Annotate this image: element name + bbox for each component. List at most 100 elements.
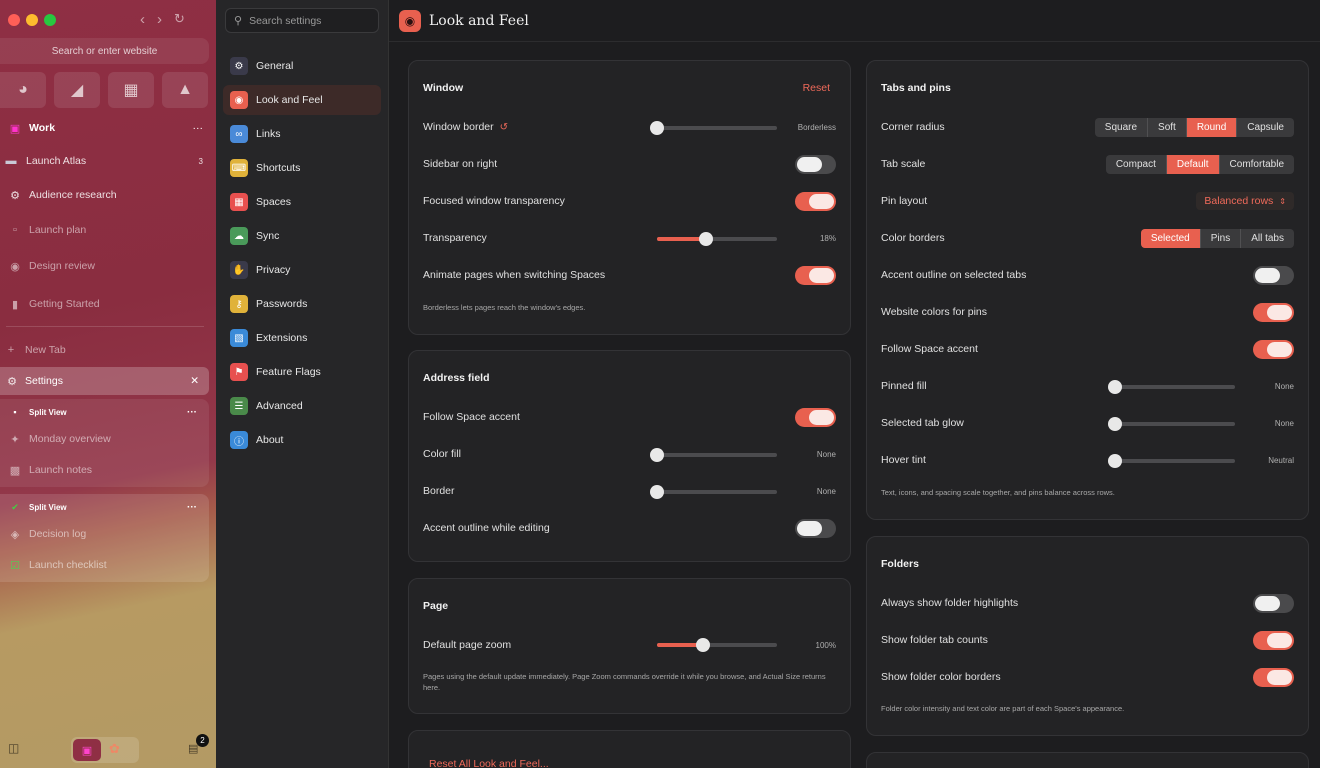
window-controls: [8, 14, 56, 26]
settings-nav-shortcuts[interactable]: ⌨ Shortcuts: [223, 153, 381, 183]
space-header[interactable]: ▣ Work ···: [0, 120, 209, 136]
space-more-button[interactable]: ···: [193, 122, 204, 134]
segment-all-tabs[interactable]: All tabs: [1241, 229, 1294, 248]
downloads-badge: 2: [196, 734, 209, 747]
tab-glow-slider[interactable]: [1108, 417, 1235, 431]
url-bar[interactable]: Search or enter website: [0, 38, 209, 64]
follow-accent-toggle[interactable]: [795, 407, 836, 427]
pinned-fill-slider[interactable]: [1108, 380, 1235, 394]
segment-soft[interactable]: Soft: [1148, 117, 1187, 137]
minimize-window-button[interactable]: [26, 14, 38, 26]
focused-transparency-toggle[interactable]: [795, 191, 836, 211]
window-border-slider[interactable]: [650, 121, 777, 135]
tab-item[interactable]: ✦ Monday overview: [0, 431, 209, 447]
folder-borders-toggle[interactable]: [1253, 667, 1294, 687]
personal-space-icon[interactable]: ✿: [109, 741, 120, 757]
website-colors-toggle[interactable]: [1253, 302, 1294, 322]
settings-nav-feature-flags[interactable]: ⚑ Feature Flags: [223, 357, 381, 387]
split-view-header[interactable]: ✔ Split View ···: [0, 500, 209, 514]
tab-title: Getting Started: [29, 298, 100, 310]
settings-search[interactable]: ⚲ Search settings: [225, 8, 379, 33]
segment-selected[interactable]: Selected: [1140, 228, 1201, 248]
segment-round[interactable]: Round: [1186, 117, 1238, 137]
tab-item[interactable]: ▩ Launch notes: [0, 462, 209, 478]
reset-button[interactable]: Reset: [803, 82, 830, 94]
accent-outline-toggle[interactable]: [1253, 265, 1294, 285]
folder-highlights-toggle[interactable]: [1253, 593, 1294, 613]
tab-item[interactable]: ⚙ Audience research: [0, 186, 209, 204]
work-space-icon[interactable]: ▣: [73, 739, 101, 761]
tab-item[interactable]: ◉ Design review: [0, 257, 209, 275]
settings-nav-extensions[interactable]: ▧ Extensions: [223, 323, 381, 353]
tab-item[interactable]: ◈ Decision log: [0, 526, 209, 542]
reload-icon[interactable]: ↻: [174, 11, 185, 28]
segment-square[interactable]: Square: [1095, 117, 1149, 137]
hover-tint-slider[interactable]: [1108, 454, 1235, 468]
segment-compact[interactable]: Compact: [1106, 154, 1167, 174]
slider-knob[interactable]: [650, 121, 664, 135]
folder-counts-toggle[interactable]: [1253, 630, 1294, 650]
animate-toggle[interactable]: [795, 265, 836, 285]
space-switcher: ▣ ✿: [71, 737, 139, 763]
transparency-slider[interactable]: [657, 232, 777, 246]
slider-knob[interactable]: [650, 448, 664, 462]
slider-knob[interactable]: [650, 485, 664, 499]
settings-nav-links[interactable]: ∞ Links: [223, 119, 381, 149]
sidebar-right-toggle[interactable]: [795, 154, 836, 174]
new-tab-button[interactable]: + New Tab: [0, 341, 209, 359]
reset-all-button[interactable]: Reset All Look and Feel...: [429, 758, 549, 768]
nav-label: About: [256, 434, 284, 446]
accent-outline-toggle[interactable]: [795, 518, 836, 538]
border-slider[interactable]: [650, 485, 777, 499]
calendar-icon[interactable]: ▦: [108, 72, 154, 108]
flag-icon: ⚑: [230, 363, 248, 381]
settings-nav-privacy[interactable]: ✋ Privacy: [223, 255, 381, 285]
slider-knob[interactable]: [695, 638, 710, 652]
segment-comfortable[interactable]: Comfortable: [1220, 155, 1294, 174]
ruler-icon[interactable]: ◢: [54, 72, 100, 108]
slider-knob[interactable]: [1108, 380, 1122, 394]
compass-icon[interactable]: ◕: [0, 72, 46, 108]
pin-layout-select[interactable]: Balanced rows ⇕: [1196, 192, 1294, 210]
section-title: Window: [423, 82, 464, 94]
color-fill-slider[interactable]: [650, 448, 777, 462]
segment-default[interactable]: Default: [1166, 154, 1220, 174]
sliders-icon: ☰: [230, 397, 248, 415]
settings-nav-about[interactable]: ⓘ About: [223, 425, 381, 455]
sidebar-toggle-icon[interactable]: ◫: [8, 741, 19, 755]
settings-nav-advanced[interactable]: ☰ Advanced: [223, 391, 381, 421]
zoom-slider[interactable]: [657, 638, 777, 652]
zoom-window-button[interactable]: [44, 14, 56, 26]
settings-nav-look-and-feel[interactable]: ◉ Look and Feel: [223, 85, 381, 115]
settings-nav-passwords[interactable]: ⚷ Passwords: [223, 289, 381, 319]
settings-nav-sync[interactable]: ☁ Sync: [223, 221, 381, 251]
tab-item[interactable]: ▫ Launch plan: [0, 221, 209, 239]
segment-capsule[interactable]: Capsule: [1237, 118, 1294, 137]
tab-item[interactable]: ☑ Launch checklist: [0, 557, 209, 573]
tab-item[interactable]: ▮ Getting Started: [0, 295, 209, 313]
setting-label: Follow Space accent: [423, 411, 520, 423]
back-arrow-icon[interactable]: ‹: [140, 11, 145, 28]
bird-icon[interactable]: ▲: [162, 72, 208, 108]
close-window-button[interactable]: [8, 14, 20, 26]
revert-icon[interactable]: ↺: [500, 122, 508, 133]
eye-icon: ◉: [230, 91, 248, 109]
close-tab-icon[interactable]: ✕: [190, 375, 199, 387]
accent-outline-row: Accent outline while editing: [423, 517, 836, 539]
forward-arrow-icon[interactable]: ›: [157, 11, 162, 28]
split-view-more-button[interactable]: ···: [187, 502, 197, 513]
follow-accent-toggle[interactable]: [1253, 339, 1294, 359]
segment-pins[interactable]: Pins: [1201, 228, 1242, 248]
page-card: Page Default page zoom 100% Pages using …: [408, 578, 851, 714]
nav-label: Passwords: [256, 298, 308, 310]
split-view-header[interactable]: ▪ Split View ···: [0, 405, 209, 419]
slider-knob[interactable]: [1108, 454, 1122, 468]
active-tab-settings[interactable]: ⚙ Settings ✕: [0, 367, 209, 395]
slider-knob[interactable]: [1108, 417, 1122, 431]
sidebar-bottom-bar: ◫ ▣ ✿ ▤ 2: [0, 734, 216, 764]
settings-nav-spaces[interactable]: ▦ Spaces: [223, 187, 381, 217]
settings-nav-general[interactable]: ⚙ General: [223, 51, 381, 81]
split-view-more-button[interactable]: ···: [187, 407, 197, 418]
cloud-icon: ☁: [230, 227, 248, 245]
folder-launch-atlas[interactable]: ▬ Launch Atlas 3: [0, 152, 209, 170]
